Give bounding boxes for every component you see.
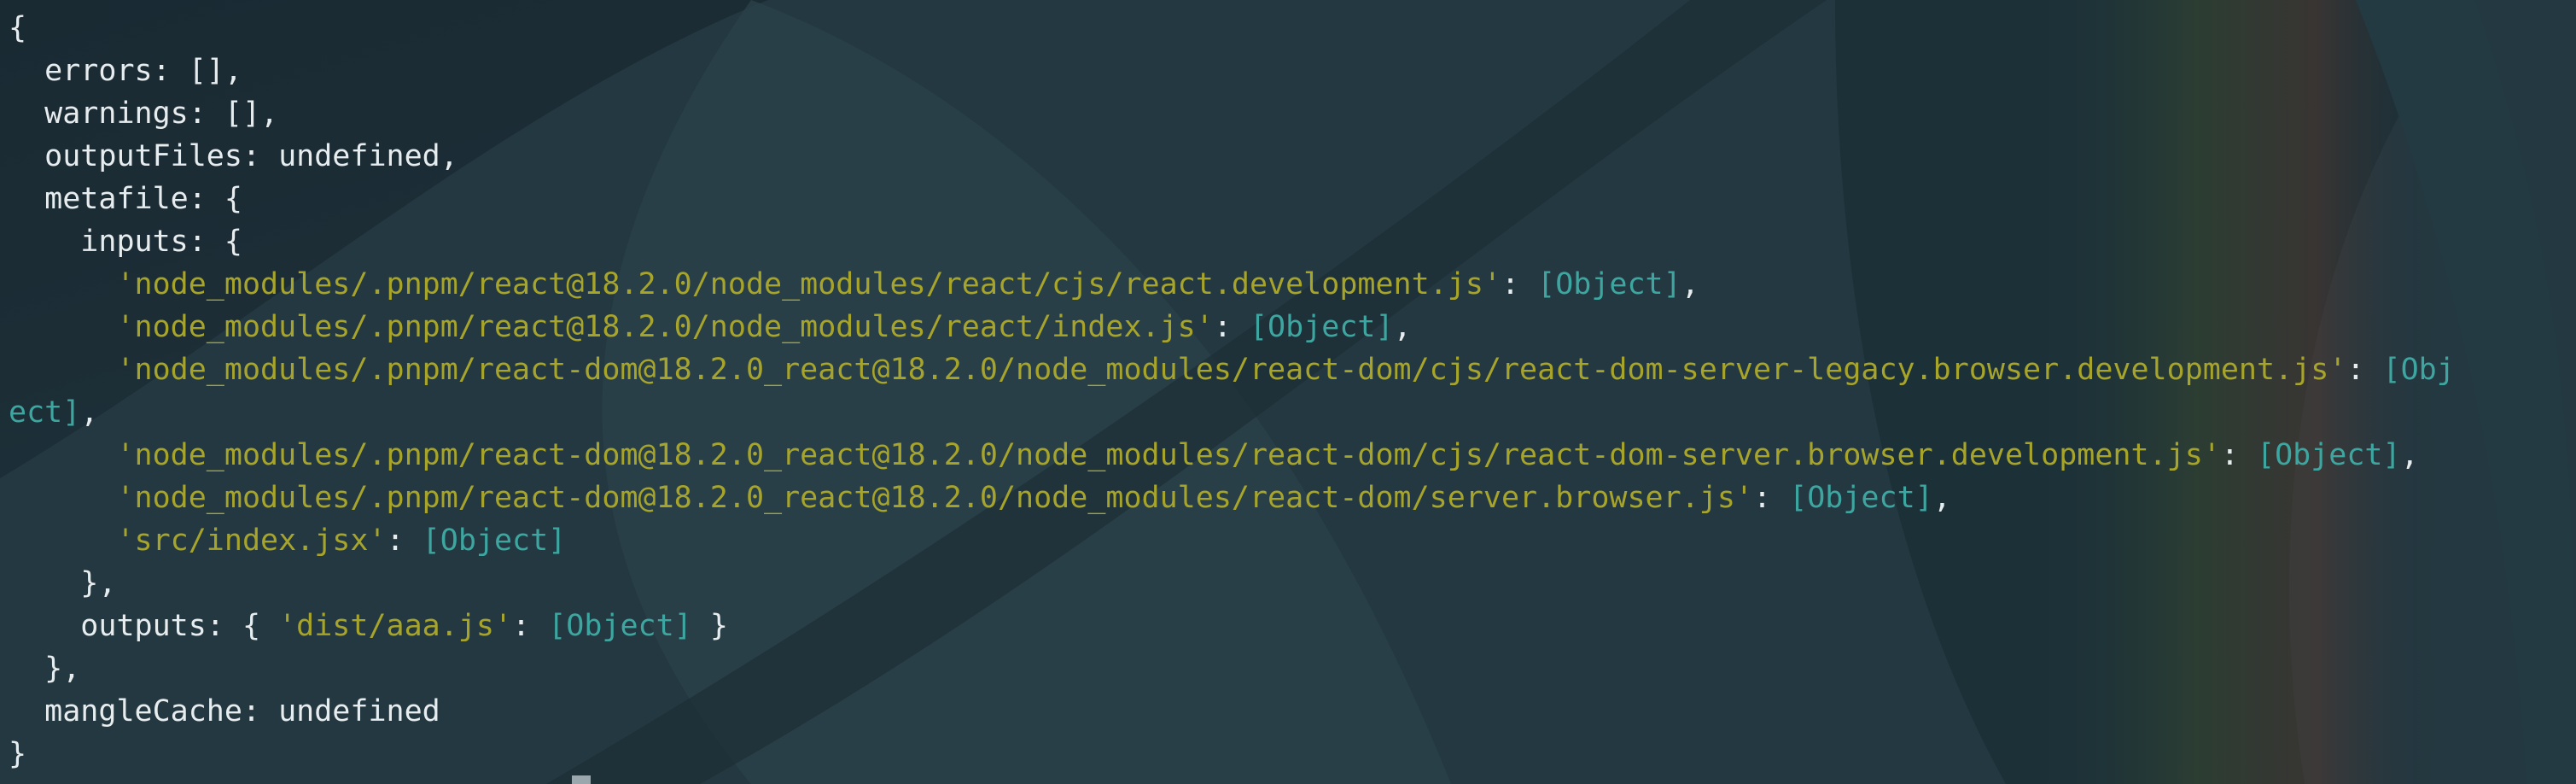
punctuation-token: inputs: {: [80, 225, 242, 259]
string-token: 'src/index.jsx': [116, 524, 387, 558]
string-token: 'node_modules/.pnpm/react-dom@18.2.0_rea…: [116, 438, 2221, 472]
punctuation-token: :: [1501, 267, 1538, 301]
punctuation-token: {: [9, 11, 27, 45]
object-token: [Obj: [2382, 353, 2455, 387]
terminal-line: warnings: [],: [9, 92, 2455, 135]
punctuation-token: :: [512, 609, 549, 643]
punctuation-token: }: [9, 737, 27, 771]
punctuation-token: },: [80, 566, 117, 600]
punctuation-token: ,: [1393, 310, 1412, 344]
terminal-line: inputs: {: [9, 220, 2455, 263]
punctuation-token: metafile: {: [44, 182, 242, 216]
terminal-line: }: [9, 733, 2455, 775]
punctuation-token: errors: [],: [44, 54, 242, 88]
punctuation-token: :: [386, 524, 423, 558]
terminal-line: outputFiles: undefined,: [9, 135, 2455, 178]
terminal-line: outputs: { 'dist/aaa.js': [Object] }: [9, 605, 2455, 647]
object-token: [Object]: [1789, 481, 1933, 515]
punctuation-token: :: [1213, 310, 1250, 344]
punctuation-token: outputFiles: undefined,: [44, 139, 458, 173]
terminal-output: { errors: [], warnings: [], outputFiles:…: [9, 7, 2455, 775]
terminal-line: metafile: {: [9, 178, 2455, 220]
punctuation-token: ,: [2400, 438, 2419, 472]
punctuation-token: }: [691, 609, 728, 643]
terminal-line: errors: [],: [9, 50, 2455, 92]
string-token: 'node_modules/.pnpm/react@18.2.0/node_mo…: [116, 310, 1214, 344]
terminal-line: 'node_modules/.pnpm/react-dom@18.2.0_rea…: [9, 434, 2455, 477]
terminal-line: {: [9, 7, 2455, 50]
terminal-line: 'node_modules/.pnpm/react@18.2.0/node_mo…: [9, 306, 2455, 348]
object-token: [Object]: [422, 524, 567, 558]
string-token: 'dist/aaa.js': [278, 609, 513, 643]
terminal-line: 'src/index.jsx': [Object]: [9, 519, 2455, 562]
punctuation-token: :: [1752, 481, 1790, 515]
object-token: [Object]: [1249, 310, 1394, 344]
string-token: 'node_modules/.pnpm/react-dom@18.2.0_rea…: [116, 481, 1753, 515]
punctuation-token: ,: [1681, 267, 1699, 301]
terminal-line: 'node_modules/.pnpm/react-dom@18.2.0_rea…: [9, 348, 2455, 391]
punctuation-token: warnings: [],: [44, 97, 279, 131]
punctuation-token: :: [2346, 353, 2383, 387]
terminal-cursor: [572, 775, 591, 784]
string-token: 'node_modules/.pnpm/react@18.2.0/node_mo…: [116, 267, 1501, 301]
punctuation-token: ,: [1932, 481, 1951, 515]
terminal-line: },: [9, 562, 2455, 605]
terminal-line: },: [9, 647, 2455, 690]
terminal-line: mangleCache: undefined: [9, 690, 2455, 733]
object-token: ect]: [9, 395, 81, 430]
terminal-line: 'node_modules/.pnpm/react-dom@18.2.0_rea…: [9, 477, 2455, 519]
object-token: [Object]: [2257, 438, 2401, 472]
punctuation-token: :: [2220, 438, 2257, 472]
punctuation-token: mangleCache: undefined: [44, 694, 440, 728]
terminal-line: ect],: [9, 391, 2455, 434]
punctuation-token: },: [44, 652, 81, 686]
punctuation-token: outputs: {: [80, 609, 279, 643]
string-token: 'node_modules/.pnpm/react-dom@18.2.0_rea…: [116, 353, 2347, 387]
object-token: [Object]: [548, 609, 692, 643]
object-token: [Object]: [1537, 267, 1681, 301]
terminal-line: 'node_modules/.pnpm/react@18.2.0/node_mo…: [9, 263, 2455, 306]
punctuation-token: ,: [80, 395, 99, 430]
